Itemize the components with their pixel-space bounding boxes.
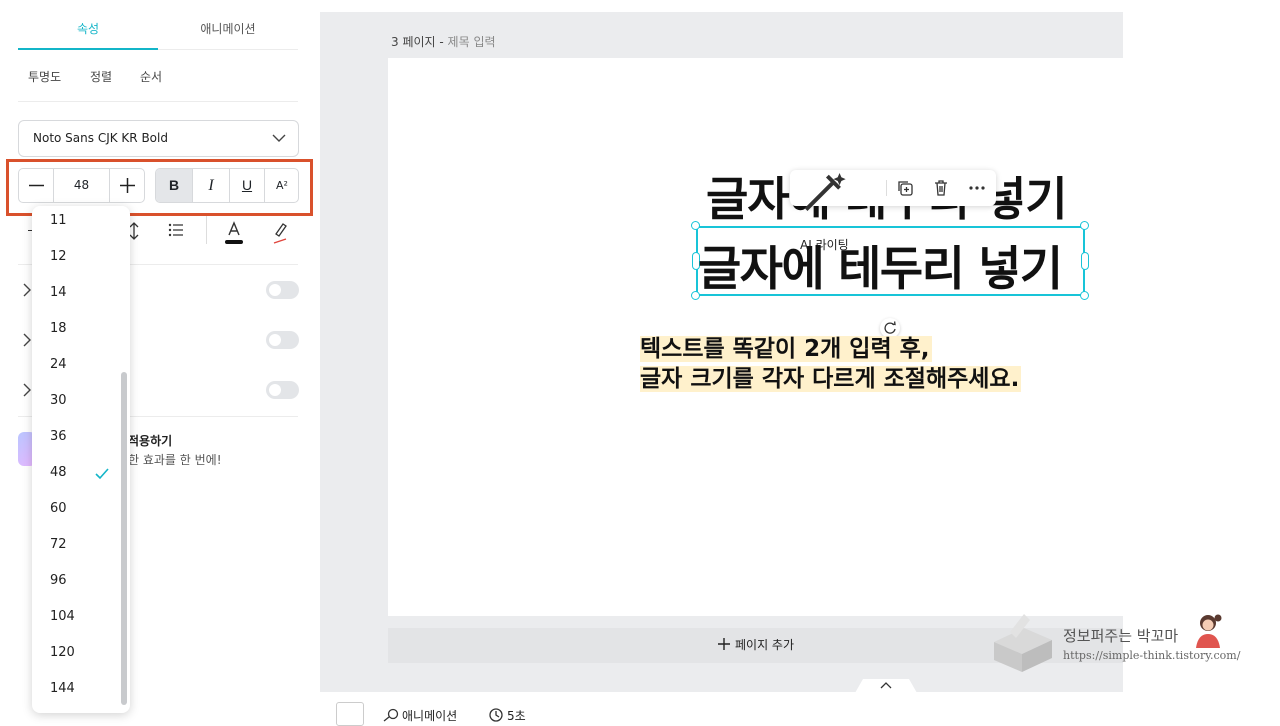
- duration-label: 5초: [507, 709, 526, 723]
- size-option[interactable]: 24: [32, 347, 130, 383]
- watermark-character-icon: [1196, 614, 1222, 648]
- duration-button[interactable]: 5초: [488, 707, 526, 724]
- size-option[interactable]: 36: [32, 419, 130, 455]
- dropdown-scrollbar[interactable]: [121, 372, 127, 705]
- font-family-select[interactable]: Noto Sans CJK KR Bold: [18, 120, 299, 157]
- note-line-2: 글자 크기를 각자 다르게 조절해주세요.: [640, 366, 1022, 392]
- panel-tabs: 속성 애니메이션: [18, 10, 298, 50]
- chevron-right-icon[interactable]: [22, 383, 32, 397]
- tab-properties[interactable]: 속성: [18, 10, 158, 50]
- page-label: 3 페이지 - 제목 입력: [391, 33, 496, 50]
- ai-writing-button[interactable]: AI 라이팅: [800, 170, 849, 252]
- page-title-input[interactable]: 제목 입력: [448, 35, 496, 49]
- font-size-dropdown: 11 12 14 18 24 30 36 48 60 72 96 104 120…: [32, 206, 130, 713]
- size-option[interactable]: 18: [32, 311, 130, 347]
- chevron-right-icon[interactable]: [22, 333, 32, 347]
- toolbar-divider: [886, 180, 887, 196]
- toolbar-divider: [206, 216, 207, 244]
- tab-animation[interactable]: 애니메이션: [158, 10, 298, 50]
- size-option[interactable]: 96: [32, 563, 130, 599]
- size-option[interactable]: 120: [32, 635, 130, 671]
- instruction-note: 텍스트를 똑같이 2개 입력 후, 글자 크기를 각자 다르게 조절해주세요.: [640, 334, 1022, 394]
- subtab-order[interactable]: 순서: [140, 68, 162, 85]
- collapse-timeline-tab[interactable]: [855, 679, 917, 693]
- effect-toggle-3[interactable]: [266, 381, 299, 399]
- chevron-down-icon: [272, 134, 286, 142]
- resize-handle[interactable]: [691, 221, 700, 230]
- subtab-align[interactable]: 정렬: [90, 68, 112, 85]
- subtab-opacity[interactable]: 투명도: [28, 68, 61, 85]
- watermark-cube-logo: [994, 614, 1052, 672]
- add-page-label: 페이지 추가: [734, 638, 794, 652]
- animation-label: 애니메이션: [402, 709, 458, 723]
- size-option[interactable]: 72: [32, 527, 130, 563]
- animation-button[interactable]: 애니메이션: [383, 707, 457, 724]
- resize-handle[interactable]: [1080, 221, 1089, 230]
- size-option[interactable]: 60: [32, 491, 130, 527]
- properties-panel: 속성 애니메이션 투명도 정렬 순서 Noto Sans CJK KR Bold…: [0, 0, 320, 720]
- page-number: 3 페이지 -: [391, 35, 444, 49]
- effect-toggle-2[interactable]: [266, 331, 299, 349]
- chevron-right-icon[interactable]: [22, 283, 32, 297]
- panel-subtabs: 투명도 정렬 순서: [18, 60, 298, 102]
- list-icon[interactable]: [168, 222, 184, 238]
- size-option[interactable]: 30: [32, 383, 130, 419]
- headline-text-selected[interactable]: 글자에 테두리 넣기: [698, 230, 1063, 299]
- duplicate-icon[interactable]: [896, 179, 914, 197]
- ai-effect-title[interactable]: 적용하기: [128, 432, 172, 449]
- text-color-icon[interactable]: [224, 220, 244, 246]
- font-family-value: Noto Sans CJK KR Bold: [33, 131, 168, 145]
- check-icon: [95, 468, 109, 480]
- note-line-1: 텍스트를 똑같이 2개 입력 후,: [640, 336, 932, 362]
- floating-toolbar: AI 라이팅: [790, 170, 996, 252]
- resize-handle[interactable]: [1080, 291, 1089, 300]
- size-option[interactable]: 144: [32, 671, 130, 707]
- ai-effect-desc: 한 효과를 한 번에!: [128, 453, 222, 467]
- highlight-color-icon[interactable]: [270, 220, 290, 246]
- size-option-selected[interactable]: 48: [32, 455, 130, 491]
- size-option[interactable]: 12: [32, 239, 130, 275]
- trash-icon[interactable]: [932, 179, 950, 197]
- size-option[interactable]: 11: [32, 206, 130, 239]
- plus-icon: [717, 638, 730, 650]
- watermark-url: https://simple-think.tistory.com/: [1063, 649, 1241, 662]
- more-icon[interactable]: [968, 179, 986, 197]
- size-option[interactable]: 104: [32, 599, 130, 635]
- watermark-name: 정보퍼주는 박꼬마: [1063, 627, 1179, 645]
- magic-wand-icon: [804, 173, 846, 211]
- size-option[interactable]: 14: [32, 275, 130, 311]
- resize-handle[interactable]: [1081, 252, 1089, 270]
- effect-toggle-1[interactable]: [266, 281, 299, 299]
- page-thumbnail[interactable]: [336, 702, 364, 726]
